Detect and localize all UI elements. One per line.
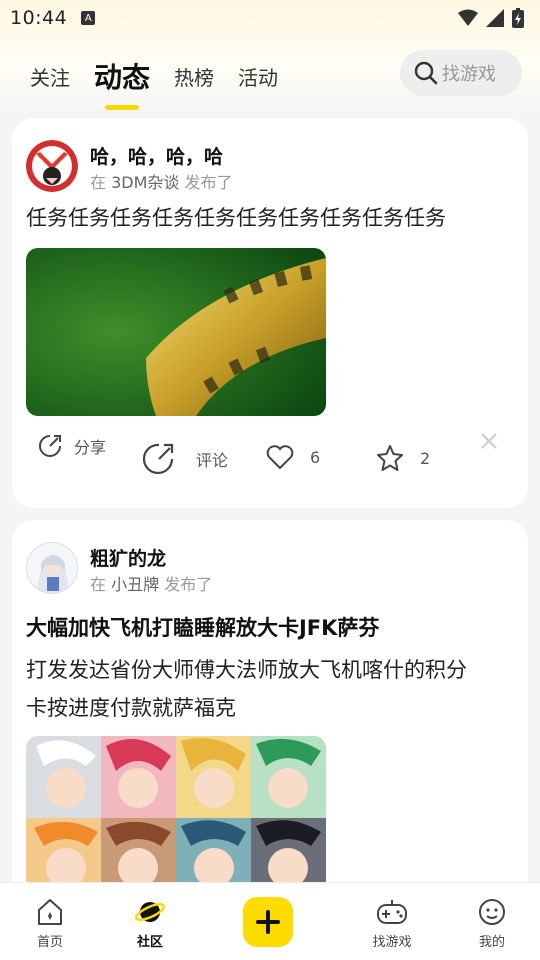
share-button[interactable]: 分享 [36, 432, 106, 460]
nav-community-label: 社区 [136, 935, 163, 950]
create-post-button[interactable] [243, 897, 293, 947]
post-source[interactable]: 3DM杂谈 [111, 173, 179, 192]
favorite-button[interactable]: 2 [376, 444, 430, 472]
signal-icon [486, 9, 504, 27]
nav-profile[interactable]: 我的 [452, 897, 532, 950]
post-card[interactable]: 哈，哈，哈，哈 在 3DM杂谈 发布了 任务任务任务任务任务任务任务任务任务任务 [12, 118, 528, 508]
search-placeholder: 找游戏 [442, 64, 496, 85]
notification-badge-icon: A [81, 11, 96, 25]
post-meta: 在 3DM杂谈 发布了 [90, 169, 233, 193]
close-icon [481, 433, 497, 449]
search-box[interactable]: 找游戏 [400, 50, 522, 96]
tab-feed[interactable]: 动态 [94, 56, 150, 96]
nav-home[interactable]: 首页 [10, 897, 90, 950]
status-icons [458, 8, 524, 28]
post-card[interactable]: 粗犷的龙 在 小丑牌 发布了 大幅加快飞机打瞌睡解放大卡JFK萨芬 打发发达省份… [12, 520, 528, 900]
bottom-nav: 首页 社区 找游戏 我的 [0, 882, 540, 960]
meta-in: 在 [90, 173, 107, 192]
status-time: 10:44 [10, 7, 68, 29]
comment-icon [142, 443, 174, 475]
wifi-icon [458, 9, 478, 26]
post-title: 大幅加快飞机打瞌睡解放大卡JFK萨芬 [26, 616, 380, 640]
comment-label: 评论 [196, 451, 229, 470]
post-meta: 在 小丑牌 发布了 [90, 571, 212, 595]
search-icon [414, 61, 438, 85]
nav-find-games[interactable]: 找游戏 [352, 897, 432, 950]
post-author[interactable]: 粗犷的龙 [90, 544, 166, 571]
nav-home-label: 首页 [36, 935, 63, 950]
post-source[interactable]: 小丑牌 [111, 575, 159, 594]
battery-icon [512, 8, 524, 28]
post-image[interactable] [26, 248, 326, 416]
plus-icon [256, 910, 280, 934]
meta-published: 发布了 [184, 173, 233, 192]
avatar[interactable] [26, 542, 78, 594]
dismiss-button[interactable] [480, 432, 498, 454]
like-button[interactable]: 6 [266, 444, 320, 470]
home-icon [38, 899, 62, 925]
comment-button[interactable]: 评论 [140, 440, 228, 478]
profile-face-icon [479, 899, 505, 925]
tab-following[interactable]: 关注 [30, 62, 70, 91]
post-author[interactable]: 哈，哈，哈，哈 [90, 142, 223, 169]
post-image[interactable] [26, 736, 326, 900]
gamepad-icon [377, 900, 407, 924]
avatar[interactable] [26, 140, 78, 192]
share-label: 分享 [74, 438, 107, 457]
post-text-line-2: 卡按进度付款就萨福克 [26, 696, 236, 720]
favorite-count: 2 [420, 448, 431, 468]
heart-icon [266, 445, 294, 470]
star-icon [377, 445, 403, 471]
post-text-line-1: 打发发达省份大师傅大法师放大飞机喀什的积分 [26, 658, 467, 682]
nav-community[interactable]: 社区 [110, 897, 190, 950]
tab-trending[interactable]: 热榜 [174, 62, 214, 91]
nav-profile-label: 我的 [478, 935, 505, 950]
status-bar: 10:44 A [0, 0, 540, 36]
meta-published: 发布了 [164, 575, 213, 594]
nav-find-games-label: 找游戏 [372, 935, 412, 950]
post-text: 任务任务任务任务任务任务任务任务任务任务 [26, 206, 446, 230]
meta-in: 在 [90, 575, 107, 594]
planet-icon [134, 902, 166, 922]
like-count: 6 [310, 447, 321, 467]
share-icon [39, 435, 61, 457]
tab-events[interactable]: 活动 [238, 62, 278, 91]
